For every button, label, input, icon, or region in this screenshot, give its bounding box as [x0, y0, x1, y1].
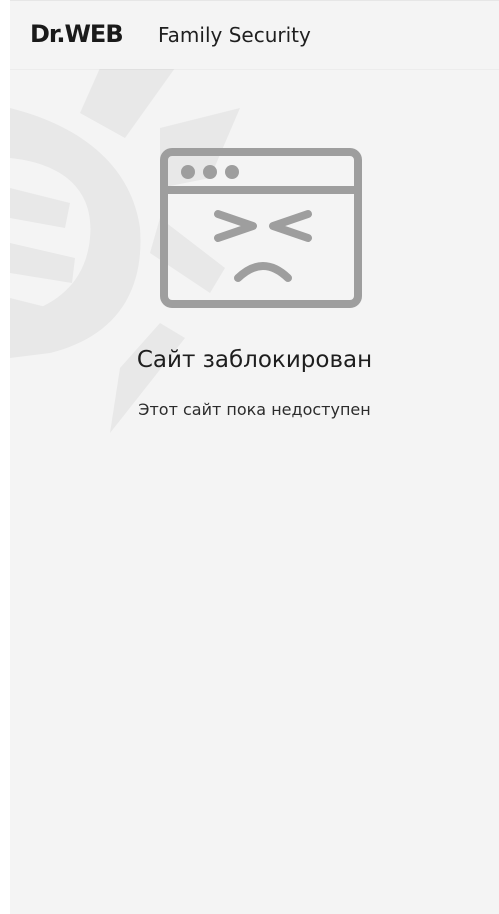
page-title: Сайт заблокирован	[136, 347, 373, 373]
product-name: Family Security	[158, 23, 311, 47]
blocked-message: Этот сайт пока недоступен	[138, 400, 371, 419]
blocked-page: Dr.WEB Family Security Сайт заблокирован…	[10, 0, 499, 914]
blocked-browser-sad-face-icon	[160, 148, 362, 308]
app-header: Dr.WEB Family Security	[10, 0, 499, 69]
drweb-logo: Dr.WEB	[30, 20, 124, 48]
